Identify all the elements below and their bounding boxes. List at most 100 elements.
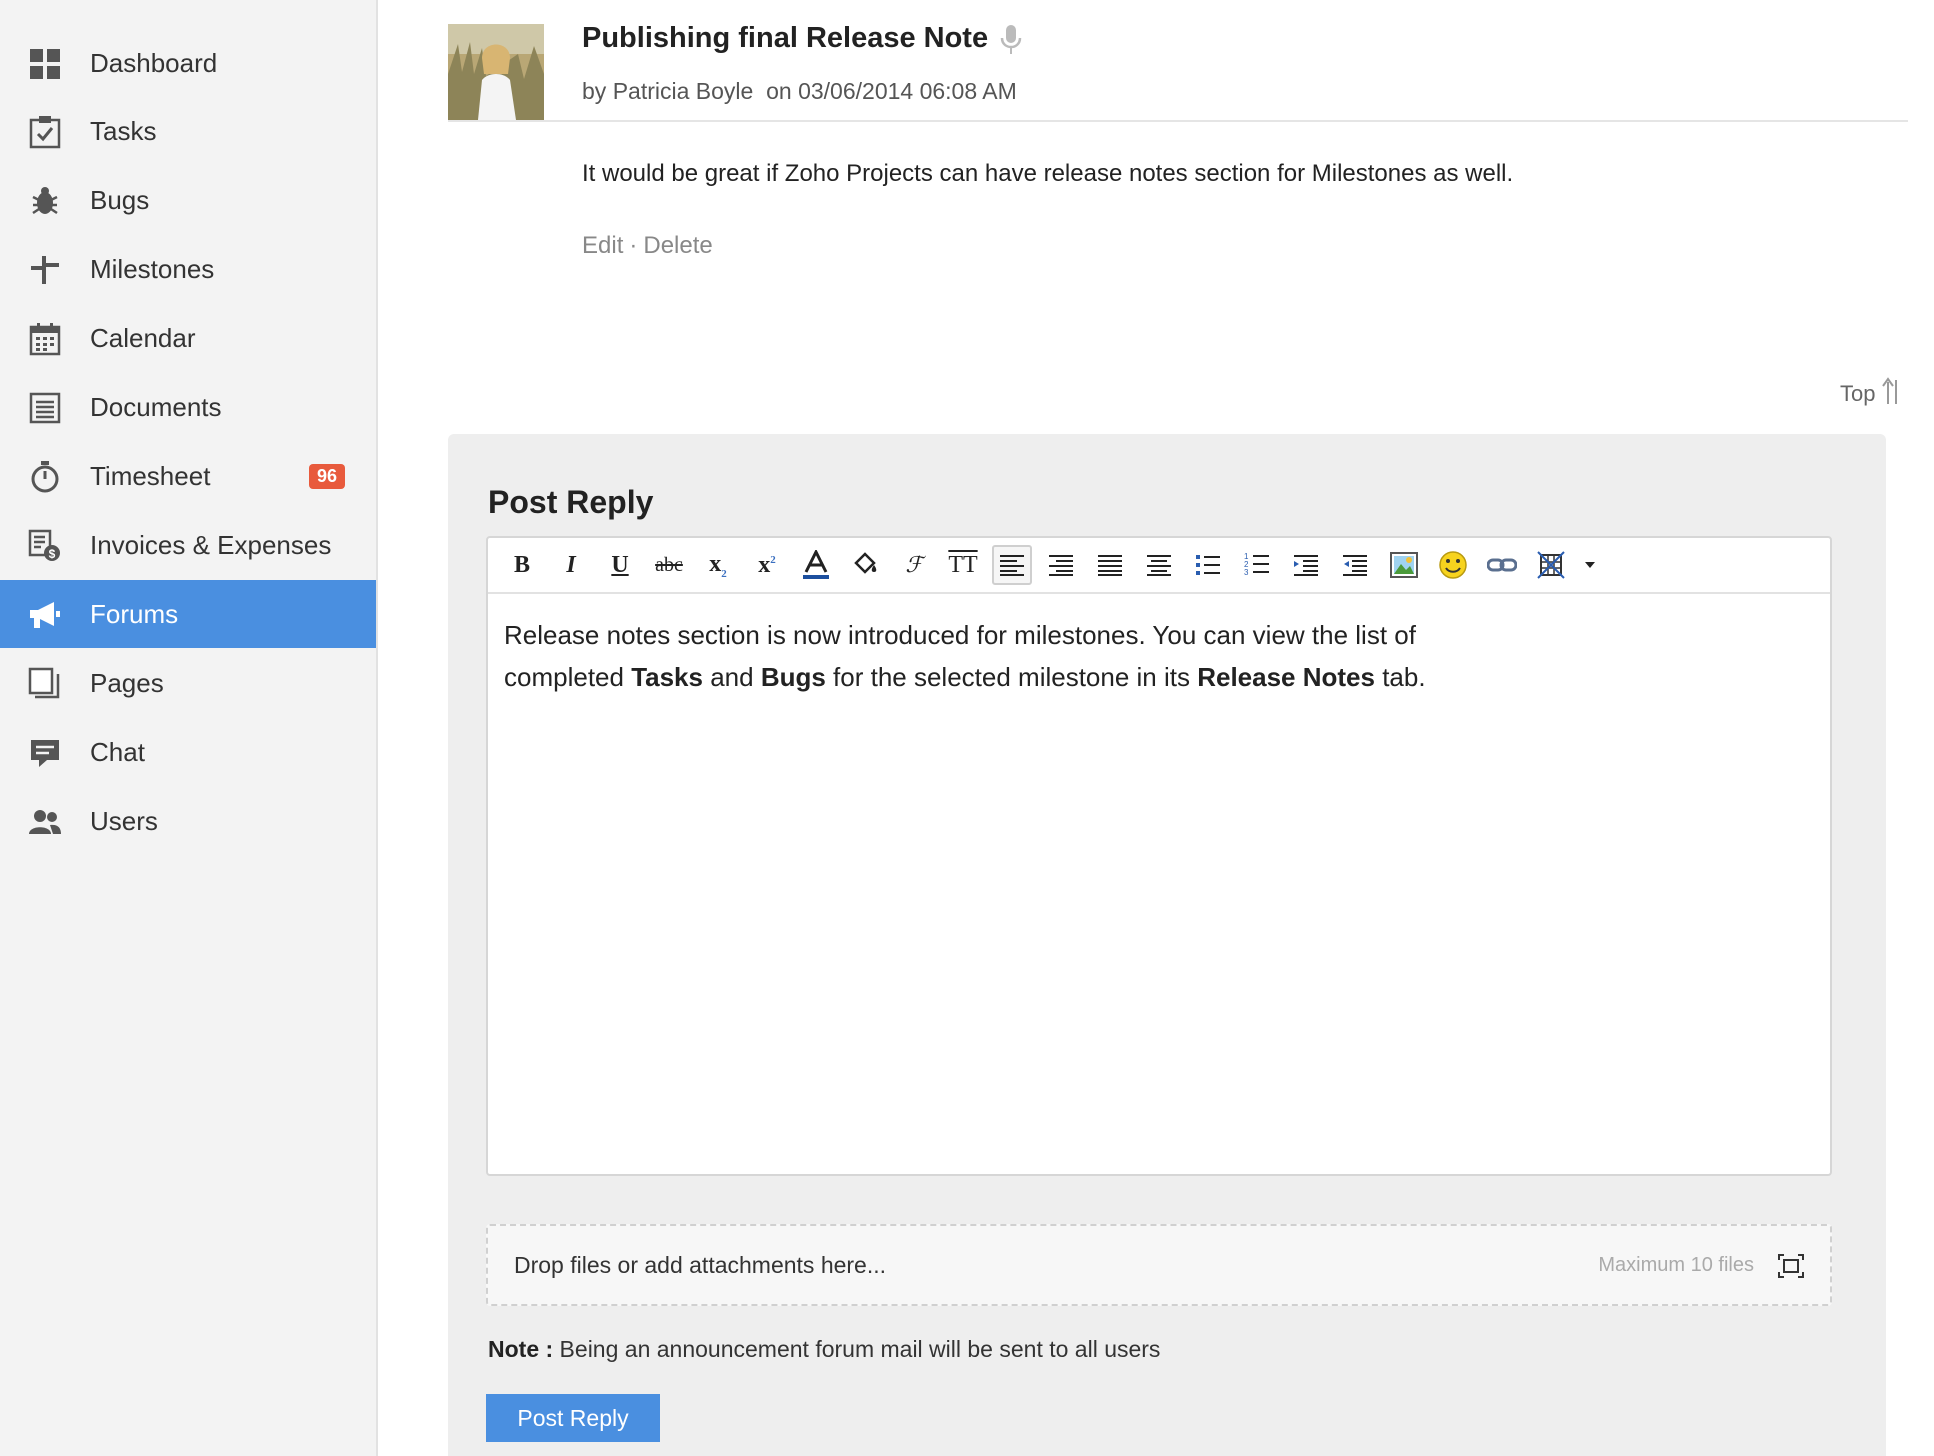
subscript-button[interactable]: x2 xyxy=(698,545,738,585)
arrow-up-icon xyxy=(1881,376,1903,412)
text-run: tab. xyxy=(1374,662,1426,692)
timesheet-count-badge: 96 xyxy=(309,464,346,489)
sidebar-item-milestones[interactable]: Milestones xyxy=(0,235,376,303)
text-run: and xyxy=(702,662,761,692)
action-separator: · xyxy=(629,232,638,259)
sidebar-item-bugs[interactable]: Bugs xyxy=(0,166,376,234)
sidebar-item-tasks[interactable]: Tasks xyxy=(0,97,376,165)
author-avatar[interactable] xyxy=(448,24,544,120)
sidebar-item-users[interactable]: Users xyxy=(0,787,376,855)
bulleted-list-icon[interactable] xyxy=(1188,545,1228,585)
sidebar-item-pages[interactable]: Pages xyxy=(0,649,376,717)
more-dropdown-icon[interactable] xyxy=(1580,545,1600,585)
sidebar-item-label: Chat xyxy=(90,736,145,767)
sidebar-item-dashboard[interactable]: Dashboard xyxy=(0,29,376,97)
delete-link[interactable]: Delete xyxy=(643,232,712,260)
align-left-icon[interactable] xyxy=(992,545,1032,585)
sidebar-item-invoices-expenses[interactable]: $ Invoices & Expenses xyxy=(0,511,376,579)
chat-icon xyxy=(28,736,62,770)
announcement-note: Note : Being an announcement forum mail … xyxy=(488,1336,1160,1363)
users-icon xyxy=(28,805,62,839)
sidebar-item-label: Calendar xyxy=(90,322,196,353)
back-to-top-link[interactable]: Top xyxy=(1840,376,1903,412)
sidebar-item-documents[interactable]: Documents xyxy=(0,373,376,441)
post-actions: Edit · Delete xyxy=(582,232,713,260)
dashboard-icon xyxy=(28,47,62,81)
editor-toolbar: B I U abc x2 x2 ℱ TT 1 2 3 xyxy=(488,538,1830,594)
insert-table-icon[interactable] xyxy=(1531,545,1571,585)
bold-button[interactable]: B xyxy=(502,545,542,585)
font-family-icon[interactable]: ℱ xyxy=(894,545,934,585)
attachment-dropzone[interactable]: Drop files or add attachments here... Ma… xyxy=(486,1224,1832,1306)
sidebar-item-label: Tasks xyxy=(90,115,157,146)
main-content: Publishing final Release Note by Patrici… xyxy=(378,0,1934,1456)
tasks-icon xyxy=(28,115,62,149)
editor-content[interactable]: Release notes section is now introduced … xyxy=(504,614,1804,698)
insert-image-icon[interactable] xyxy=(1384,545,1424,585)
sidebar-item-calendar[interactable]: Calendar xyxy=(0,304,376,372)
sidebar-item-label: Users xyxy=(90,805,158,836)
bug-icon xyxy=(28,184,62,218)
align-right-icon[interactable] xyxy=(1041,545,1081,585)
sidebar-item-label: Invoices & Expenses xyxy=(90,529,332,560)
sidebar-item-chat[interactable]: Chat xyxy=(0,718,376,786)
justify-icon[interactable] xyxy=(1090,545,1130,585)
svg-text:$: $ xyxy=(49,547,56,561)
sidebar-item-label: Bugs xyxy=(90,184,150,215)
date-prefix: on xyxy=(766,78,792,104)
calendar-icon xyxy=(28,322,62,356)
emoticon-icon[interactable] xyxy=(1433,545,1473,585)
outdent-icon[interactable] xyxy=(1335,545,1375,585)
post-reply-button[interactable]: Post Reply xyxy=(486,1394,660,1442)
dropzone-text: Drop files or add attachments here... xyxy=(514,1252,887,1278)
rich-text-editor: B I U abc x2 x2 ℱ TT 1 2 3 Release notes… xyxy=(486,536,1832,1176)
sidebar-item-label: Pages xyxy=(90,667,164,698)
sidebar-item-label: Documents xyxy=(90,391,222,422)
edit-link[interactable]: Edit xyxy=(582,232,623,260)
insert-link-icon[interactable] xyxy=(1482,545,1522,585)
milestone-icon xyxy=(28,253,62,287)
bold-text-bugs: Bugs xyxy=(760,662,826,692)
pages-icon xyxy=(28,667,62,701)
font-color-icon[interactable] xyxy=(796,545,836,585)
note-text: Being an announcement forum mail will be… xyxy=(553,1336,1161,1362)
microphone-icon[interactable] xyxy=(1000,24,1022,61)
underline-button[interactable]: U xyxy=(600,545,640,585)
post-divider xyxy=(448,120,1908,122)
bold-text-release-notes: Release Notes xyxy=(1197,662,1375,692)
italic-button[interactable]: I xyxy=(551,545,591,585)
paint-bucket-icon[interactable] xyxy=(845,545,885,585)
text-run: completed xyxy=(504,662,632,692)
editor-line-2: completed Tasks and Bugs for the selecte… xyxy=(504,656,1804,698)
sidebar: Dashboard Tasks Bugs Milestones Calendar… xyxy=(0,0,378,1456)
strikethrough-button[interactable]: abc xyxy=(649,545,689,585)
post-title: Publishing final Release Note xyxy=(582,22,989,54)
reply-heading: Post Reply xyxy=(488,484,654,520)
sidebar-item-timesheet[interactable]: Timesheet 96 xyxy=(0,442,376,510)
expand-icon[interactable] xyxy=(1778,1254,1804,1283)
text-run: for the selected milestone in its xyxy=(825,662,1198,692)
post-body: It would be great if Zoho Projects can h… xyxy=(582,160,1514,187)
author-prefix: by xyxy=(582,78,607,104)
svg-text:3: 3 xyxy=(1244,568,1249,577)
numbered-list-icon[interactable]: 123 xyxy=(1237,545,1277,585)
sidebar-item-forums[interactable]: Forums xyxy=(0,580,376,648)
megaphone-icon xyxy=(28,598,62,632)
sidebar-item-label: Dashboard xyxy=(90,47,218,78)
top-label: Top xyxy=(1840,381,1876,406)
sidebar-item-label: Timesheet xyxy=(90,460,211,491)
bold-text-tasks: Tasks xyxy=(631,662,703,692)
invoice-icon: $ xyxy=(28,529,62,563)
author-name[interactable]: Patricia Boyle xyxy=(613,78,754,104)
post-meta: by Patricia Boyle on 03/06/2014 06:08 AM xyxy=(582,78,1017,105)
align-center-icon[interactable] xyxy=(1139,545,1179,585)
sidebar-item-label: Forums xyxy=(90,598,179,629)
font-size-icon[interactable]: TT xyxy=(943,545,983,585)
reply-panel: Post Reply B I U abc x2 x2 ℱ TT 1 2 3 Re… xyxy=(448,434,1886,1456)
indent-icon[interactable] xyxy=(1286,545,1326,585)
post-date: 03/06/2014 06:08 AM xyxy=(798,78,1017,104)
superscript-button[interactable]: x2 xyxy=(747,545,787,585)
documents-icon xyxy=(28,391,62,425)
timer-icon xyxy=(28,460,62,494)
editor-line-1: Release notes section is now introduced … xyxy=(504,620,1416,650)
